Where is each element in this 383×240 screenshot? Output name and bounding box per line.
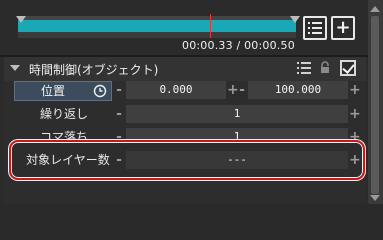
timeline-track[interactable] xyxy=(18,20,296,32)
list-icon[interactable] xyxy=(297,62,311,74)
param-row-repeat: 繰り返し - 1 + xyxy=(4,104,366,126)
layer-count-label: 対象レイヤー数 xyxy=(26,153,110,167)
start-marker-icon[interactable] xyxy=(16,16,26,23)
enable-checkbox[interactable] xyxy=(340,60,356,76)
list-button[interactable] xyxy=(303,16,327,40)
position-label-button[interactable]: 位置 xyxy=(14,81,112,101)
timeline-track-shadow xyxy=(18,32,296,38)
scroll-up-icon[interactable] xyxy=(370,6,380,12)
clock-icon[interactable] xyxy=(93,84,107,98)
layer-count-decrement[interactable]: - xyxy=(114,151,124,169)
playhead[interactable] xyxy=(210,14,211,38)
end-marker-icon[interactable] xyxy=(290,16,300,23)
timeline-panel: 00:00.33 / 00:00.50 xyxy=(6,2,300,54)
time-readout: 00:00.33 / 00:00.50 xyxy=(182,39,295,52)
repeat-decrement[interactable]: - xyxy=(114,105,124,123)
scroll-thumb[interactable] xyxy=(371,16,379,194)
lock-icon[interactable] xyxy=(320,61,330,74)
position-end-increment[interactable]: + xyxy=(349,81,361,99)
param-row-position: 位置 - 0.000 + - 100.000 + xyxy=(4,80,366,102)
layer-count-field[interactable]: --- xyxy=(126,151,348,169)
check-icon xyxy=(342,61,355,74)
repeat-increment[interactable]: + xyxy=(349,105,361,123)
list-icon xyxy=(308,22,322,34)
position-end-decrement[interactable]: - xyxy=(237,81,247,99)
param-row-layer-count: 対象レイヤー数 - --- + xyxy=(4,150,366,172)
scroll-down-icon[interactable] xyxy=(370,195,380,201)
position-start-decrement[interactable]: - xyxy=(114,81,124,99)
position-label: 位置 xyxy=(41,84,66,98)
repeat-label: 繰り返し xyxy=(39,107,88,121)
layer-count-increment[interactable]: + xyxy=(349,151,361,169)
add-button[interactable]: + xyxy=(331,16,355,40)
collapse-triangle-icon[interactable] xyxy=(10,65,20,71)
position-end-field[interactable]: 100.000 xyxy=(248,81,348,99)
section-title: 時間制御(オブジェクト) xyxy=(29,63,159,77)
repeat-field[interactable]: 1 xyxy=(126,105,348,123)
position-start-increment[interactable]: + xyxy=(227,81,239,99)
position-start-field[interactable]: 0.000 xyxy=(126,81,226,99)
